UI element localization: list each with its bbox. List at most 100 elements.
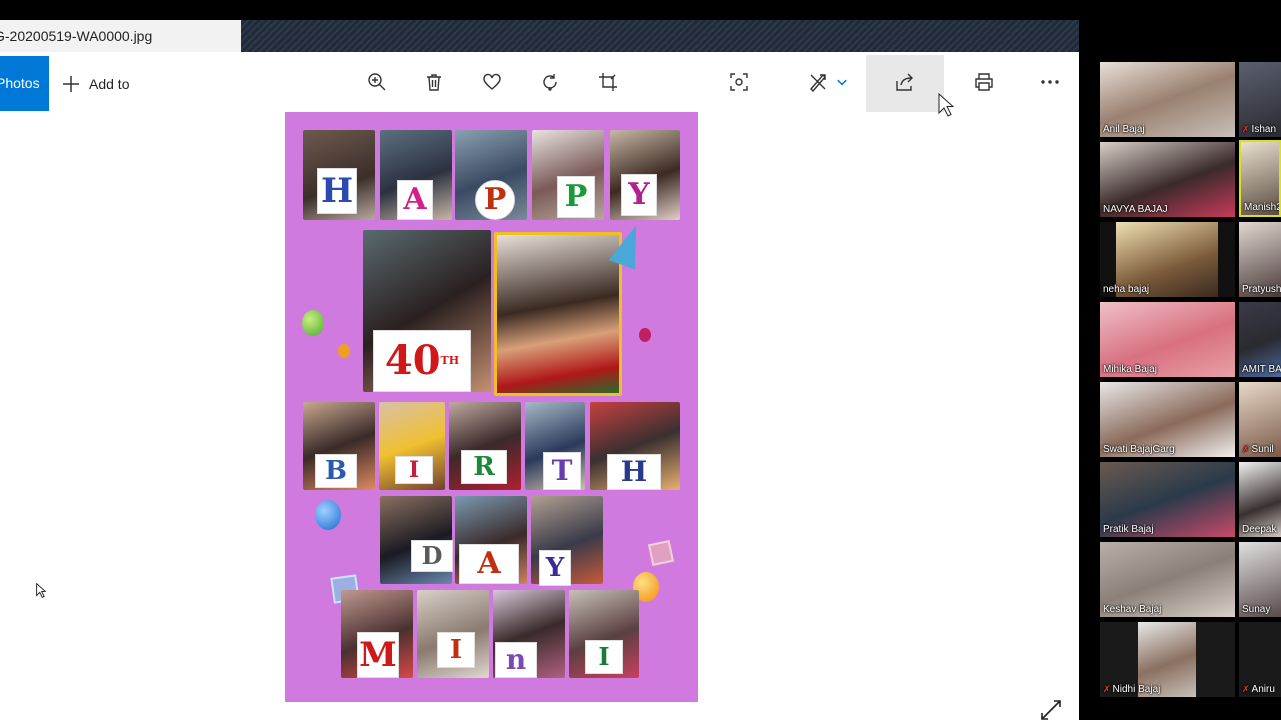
participant-name: Ishan (1251, 124, 1277, 135)
participant-tile[interactable]: NAVYA BAJAJ (1100, 142, 1235, 217)
muted-mic-icon: ✗ (1242, 684, 1250, 694)
participant-name: Aniru (1251, 684, 1275, 695)
age-suffix: TH (440, 354, 460, 367)
mouse-pointer-icon (938, 93, 954, 117)
video-call-gallery: Anil Bajaj ✗ Ishan NAVYA BAJAJ Manish2 ne… (1079, 0, 1281, 720)
enhance-icon (730, 73, 748, 91)
muted-mic-icon: ✗ (1103, 684, 1111, 694)
file-tab-label: G-20200519-WA0000.jpg (0, 28, 153, 44)
crop-icon (599, 73, 617, 91)
more-icon (1041, 80, 1059, 84)
card-letter: D (411, 540, 453, 572)
gift-decoration (647, 539, 675, 567)
enhance-button[interactable] (721, 64, 757, 100)
edit-create-icon (810, 73, 826, 92)
card-letter: T (543, 452, 581, 490)
delete-button[interactable] (416, 64, 452, 100)
participant-tile[interactable]: neha bajaj (1100, 222, 1235, 297)
print-button[interactable] (966, 64, 1002, 100)
participant-name: Pratik Bajaj (1103, 524, 1154, 535)
edit-dropdown-button[interactable] (830, 64, 854, 100)
participant-tile[interactable]: Anil Bajaj (1100, 62, 1235, 137)
participant-tile[interactable]: ✗ Nidhi Bajaj (1100, 622, 1235, 697)
age-number: 40 (384, 337, 441, 384)
participant-name-muted: ✗ Aniru (1242, 684, 1275, 695)
participant-name: Deepak (1242, 524, 1277, 535)
participant-tile-active-speaker[interactable]: Manish2 (1239, 140, 1281, 217)
photos-app-window: G-20200519-WA0000.jpg Photos Add to H A … (0, 0, 1079, 720)
card-letter: I (395, 456, 433, 484)
participant-tile[interactable]: Keshav Bajaj (1100, 542, 1235, 617)
party-hat-decoration (608, 220, 650, 270)
card-letter: Y (621, 174, 657, 216)
participant-tile[interactable]: Swati BajajGarg (1100, 382, 1235, 457)
balloon-decoration (338, 344, 350, 358)
participant-name: Keshav Bajaj (1103, 604, 1162, 615)
card-letter: R (461, 450, 507, 484)
toolbar: Photos Add to (0, 52, 1079, 112)
chevron-down-icon (837, 79, 847, 86)
participant-name: Pratyush (1242, 284, 1281, 295)
card-letter: H (317, 168, 357, 214)
heart-icon (483, 73, 501, 90)
trash-icon (427, 74, 441, 91)
favorite-button[interactable] (474, 64, 510, 100)
participant-tile[interactable]: Deepak (1239, 462, 1281, 537)
tab-strip: G-20200519-WA0000.jpg (0, 20, 1079, 52)
participant-tile[interactable]: Mihika Bajaj (1100, 302, 1235, 377)
photos-button-label: Photos (0, 75, 40, 91)
zoom-button[interactable] (359, 64, 395, 100)
participant-tile[interactable]: ✗ Sunil (1239, 382, 1281, 457)
participant-tile[interactable]: Pratyush (1239, 222, 1281, 297)
share-icon-wrap (887, 64, 923, 100)
rotate-icon (543, 74, 557, 91)
rotate-button[interactable] (532, 64, 568, 100)
participant-name: Anil Bajaj (1103, 124, 1145, 135)
participant-tile[interactable]: ✗ Ishan (1239, 62, 1281, 137)
mouse-pointer-icon (36, 583, 46, 598)
card-letter: P (557, 176, 595, 218)
participant-name: Sunil (1251, 444, 1274, 455)
add-to-button[interactable]: Add to (62, 72, 129, 96)
balloon-decoration (315, 500, 341, 530)
card-letter: Y (539, 550, 571, 586)
card-letter: P (475, 180, 515, 220)
participant-tile[interactable]: Pratik Bajaj (1100, 462, 1235, 537)
age-sign: 40TH (373, 330, 471, 392)
share-icon (896, 73, 913, 91)
muted-mic-icon: ✗ (1242, 124, 1250, 134)
card-letter: H (607, 454, 661, 490)
balloon-decoration (302, 310, 324, 336)
participant-name-muted: ✗ Sunil (1242, 444, 1274, 455)
participant-tile[interactable]: ✗ Aniru (1239, 622, 1281, 697)
participant-name-muted: ✗ Nidhi Bajaj (1103, 684, 1160, 695)
full-screen-icon[interactable] (1040, 700, 1062, 720)
add-to-label: Add to (89, 76, 130, 92)
participant-name: NAVYA BAJAJ (1103, 204, 1168, 215)
title-bar (0, 0, 1079, 20)
crop-button[interactable] (590, 64, 626, 100)
card-letter: A (459, 544, 519, 584)
printer-icon (975, 73, 993, 91)
more-button[interactable] (1032, 64, 1068, 100)
participant-name: neha bajaj (1103, 284, 1150, 295)
card-letter: n (495, 642, 537, 678)
balloon-decoration (639, 328, 651, 342)
participant-name: AMIT BA (1242, 364, 1281, 375)
birthday-card-image: H A P P Y 40TH B I R T H D A Y M I n I (285, 112, 698, 702)
zoom-in-icon (368, 73, 386, 91)
muted-mic-icon: ✗ (1242, 444, 1250, 454)
card-letter: A (397, 180, 433, 220)
photos-button[interactable]: Photos (0, 56, 49, 111)
participant-tile[interactable]: Sunay (1239, 542, 1281, 617)
participant-name-muted: ✗ Ishan (1242, 124, 1276, 135)
birthday-person-photo (494, 232, 622, 396)
participant-tile[interactable]: AMIT BA (1239, 302, 1281, 377)
card-letter: B (315, 454, 357, 488)
card-letter: M (357, 632, 399, 678)
participant-name: Nidhi Bajaj (1112, 684, 1161, 695)
card-letter: I (585, 640, 623, 674)
plus-icon (63, 76, 79, 92)
card-letter: I (437, 632, 475, 668)
file-tab[interactable]: G-20200519-WA0000.jpg (0, 20, 241, 52)
